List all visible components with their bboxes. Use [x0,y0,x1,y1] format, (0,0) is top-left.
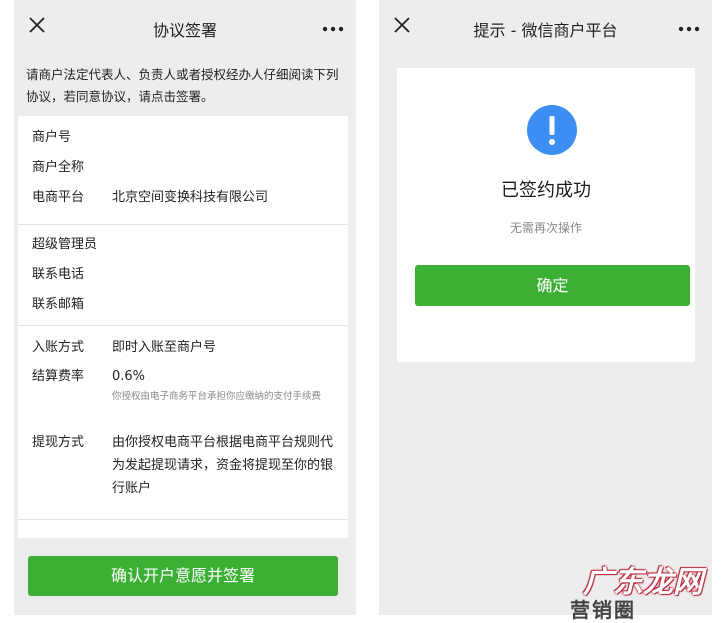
more-icon[interactable] [678,26,700,32]
more-icon[interactable] [322,26,344,32]
divider [18,519,348,520]
merchant-name-label: 商户全称 [32,160,85,175]
watermark-text: 营销圈 [570,598,636,622]
deposit-method-value: 即时入账至商户号 [112,340,217,355]
settlement-rate-label: 结算费率 [32,369,85,384]
nav-bar: 协议签署 [14,0,356,56]
email-row: 联系邮箱 [32,297,334,325]
settlement-rate-row: 结算费率 0.6% 你授权由电子商务平台承担你应缴纳的支付手续费 [32,369,334,431]
platform-value: 北京空间变换科技有限公司 [112,190,269,205]
merchant-id-row: 商户号 [32,130,334,160]
merchant-info-card: 商户号 商户全称 电商平台 北京空间变换科技有限公司 超级管理员 联系电话 联系… [18,116,348,538]
deposit-method-label: 入账方式 [32,340,85,355]
withdraw-method-label: 提现方式 [32,435,85,450]
merchant-name-row: 商户全称 [32,160,334,190]
withdraw-method-row: 提现方式 由你授权电商平台根据电商平台规则代为发起提现请求，资金将提现至你的银行… [32,431,334,500]
platform-label: 电商平台 [32,190,85,205]
info-icon [527,105,577,155]
settlement-rate-note: 你授权由电子商务平台承担你应缴纳的支付手续费 [112,391,322,402]
merchant-id-label: 商户号 [32,130,72,145]
success-screen: 提示 - 微信商户平台 已签约成功 无需再次操作 确定 [379,0,712,615]
withdraw-method-value: 由你授权电商平台根据电商平台规则代为发起提现请求，资金将提现至你的银行账户 [112,435,334,496]
settlement-rate-value: 0.6% [112,369,146,384]
page-title: 协议签署 [152,21,217,40]
phone-value [112,267,334,297]
email-label: 联系邮箱 [32,297,85,312]
agreement-screen: 协议签署 请商户法定代表人、负责人或者授权经办人仔细阅读下列协议，若同意协议，请… [14,0,356,615]
ok-button[interactable]: 确定 [415,265,690,306]
deposit-method-row: 入账方式 即时入账至商户号 [32,340,334,369]
platform-row: 电商平台 北京空间变换科技有限公司 [32,190,334,222]
phone-label: 联系电话 [32,267,85,282]
merchant-id-value [112,130,334,160]
merchant-name-value [112,160,334,190]
success-headline: 已签约成功 [501,180,591,201]
admin-label: 超级管理员 [32,237,98,252]
nav-bar: 提示 - 微信商户平台 [379,0,712,56]
confirm-sign-button[interactable]: 确认开户意愿并签署 [28,556,338,596]
result-panel: 已签约成功 无需再次操作 确定 [397,68,695,362]
admin-value [112,237,334,267]
success-subtext: 无需再次操作 [509,221,582,235]
email-value [112,297,334,325]
phone-row: 联系电话 [32,267,334,297]
agreement-intro: 请商户法定代表人、负责人或者授权经办人仔细阅读下列协议，若同意协议，请点击签署。 [26,67,339,104]
admin-row: 超级管理员 [32,237,334,267]
page-title: 提示 - 微信商户平台 [473,21,618,40]
